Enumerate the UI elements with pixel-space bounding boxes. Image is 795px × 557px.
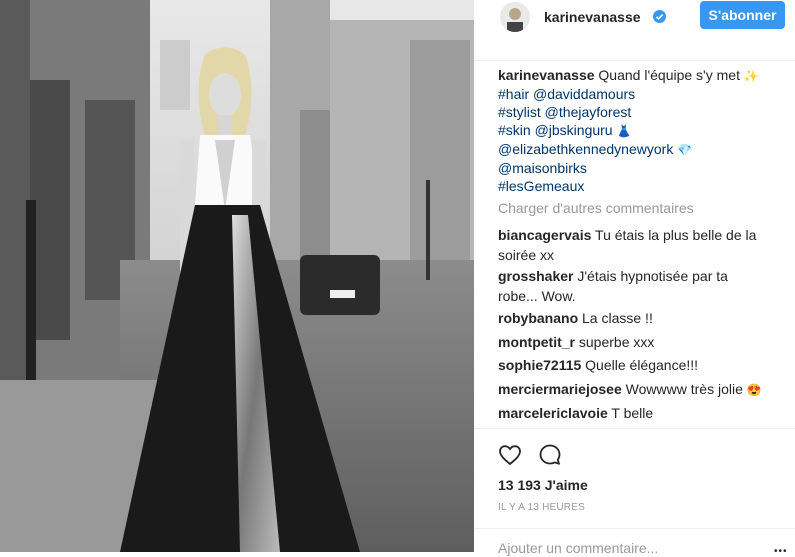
header-username[interactable]: karinevanasse <box>544 9 641 25</box>
caption-tag-jewelry[interactable]: @maisonbirks <box>498 159 788 177</box>
divider <box>474 428 795 429</box>
likes-count[interactable]: 13 193 J'aime <box>498 477 588 493</box>
comment-item: sophie72115 Quelle élégance!!! <box>498 355 773 375</box>
comment-username[interactable]: merciermariejosee <box>498 381 622 397</box>
comment-username[interactable]: biancagervais <box>498 227 591 243</box>
comment-text-cont: soirée xx <box>498 247 555 263</box>
post-header: karinevanasse S'abonner <box>474 0 795 61</box>
comment-username[interactable]: sophie72115 <box>498 357 581 373</box>
heart-eyes-emoji: 😍 <box>746 383 762 397</box>
comment-username[interactable]: montpetit_r <box>498 334 575 350</box>
caption: karinevanasse Quand l'équipe s'y met ✨ #… <box>498 66 788 195</box>
comment-item: montpetit_r superbe xxx <box>498 332 773 352</box>
follow-button[interactable]: S'abonner <box>700 1 785 29</box>
comment-username[interactable]: grosshaker <box>498 268 573 284</box>
post-sidebar: karinevanasse S'abonner karinevanasse Qu… <box>474 0 795 557</box>
comment-text: Wowwww très jolie <box>625 381 743 397</box>
comment-text: La classe !! <box>582 310 653 326</box>
comment-text-cont: robe... Wow. <box>498 288 576 304</box>
verified-icon <box>653 10 666 23</box>
comment-item: grosshaker J'étais hypnotisée par ta robe… <box>498 266 773 306</box>
comment-text: T belle <box>611 405 654 421</box>
dress-emoji: 👗 <box>616 124 632 138</box>
load-more-comments[interactable]: Charger d'autres commentaires <box>498 200 694 216</box>
add-comment-input[interactable]: Ajouter un commentaire... <box>498 540 658 556</box>
comment-text: superbe xxx <box>578 334 655 350</box>
caption-tag-skin[interactable]: #skin @jbskinguru <box>498 122 613 138</box>
sparkles-emoji: ✨ <box>743 69 759 83</box>
caption-tag-hair[interactable]: #hair @daviddamours <box>498 85 788 103</box>
comment-icon[interactable] <box>538 443 562 467</box>
comment-text: J'étais hypnotisée par ta <box>577 268 728 284</box>
comment-item: robybanano La classe !! <box>498 308 773 328</box>
comment-username[interactable]: robybanano <box>498 310 578 326</box>
caption-tag-event[interactable]: #lesGemeaux <box>498 177 788 195</box>
caption-tag-stylist[interactable]: #stylist @thejayforest <box>498 103 788 121</box>
comment-username[interactable]: marcelericlavoie <box>498 405 608 421</box>
post-time[interactable]: IL Y A 13 HEURES <box>498 502 585 513</box>
heart-icon[interactable] <box>498 443 522 467</box>
comment-text: Tu étais la plus belle de la <box>595 227 757 243</box>
comment-text: Quelle élégance!!! <box>585 357 699 373</box>
gem-emoji: 💎 <box>677 143 693 157</box>
avatar[interactable] <box>500 2 530 32</box>
photo-illustration <box>0 0 474 552</box>
caption-text: Quand l'équipe s'y met <box>598 67 740 83</box>
comment-item: marcelericlavoie T belle <box>498 403 773 423</box>
post-photo[interactable] <box>0 0 474 552</box>
comment-item: biancagervais Tu étais la plus belle de … <box>498 225 773 265</box>
caption-username[interactable]: karinevanasse <box>498 67 595 83</box>
comment-item: merciermariejosee Wowwww très jolie 😍 <box>498 379 773 400</box>
divider <box>474 528 795 529</box>
caption-tag-dress[interactable]: @elizabethkennedynewyork <box>498 141 673 157</box>
